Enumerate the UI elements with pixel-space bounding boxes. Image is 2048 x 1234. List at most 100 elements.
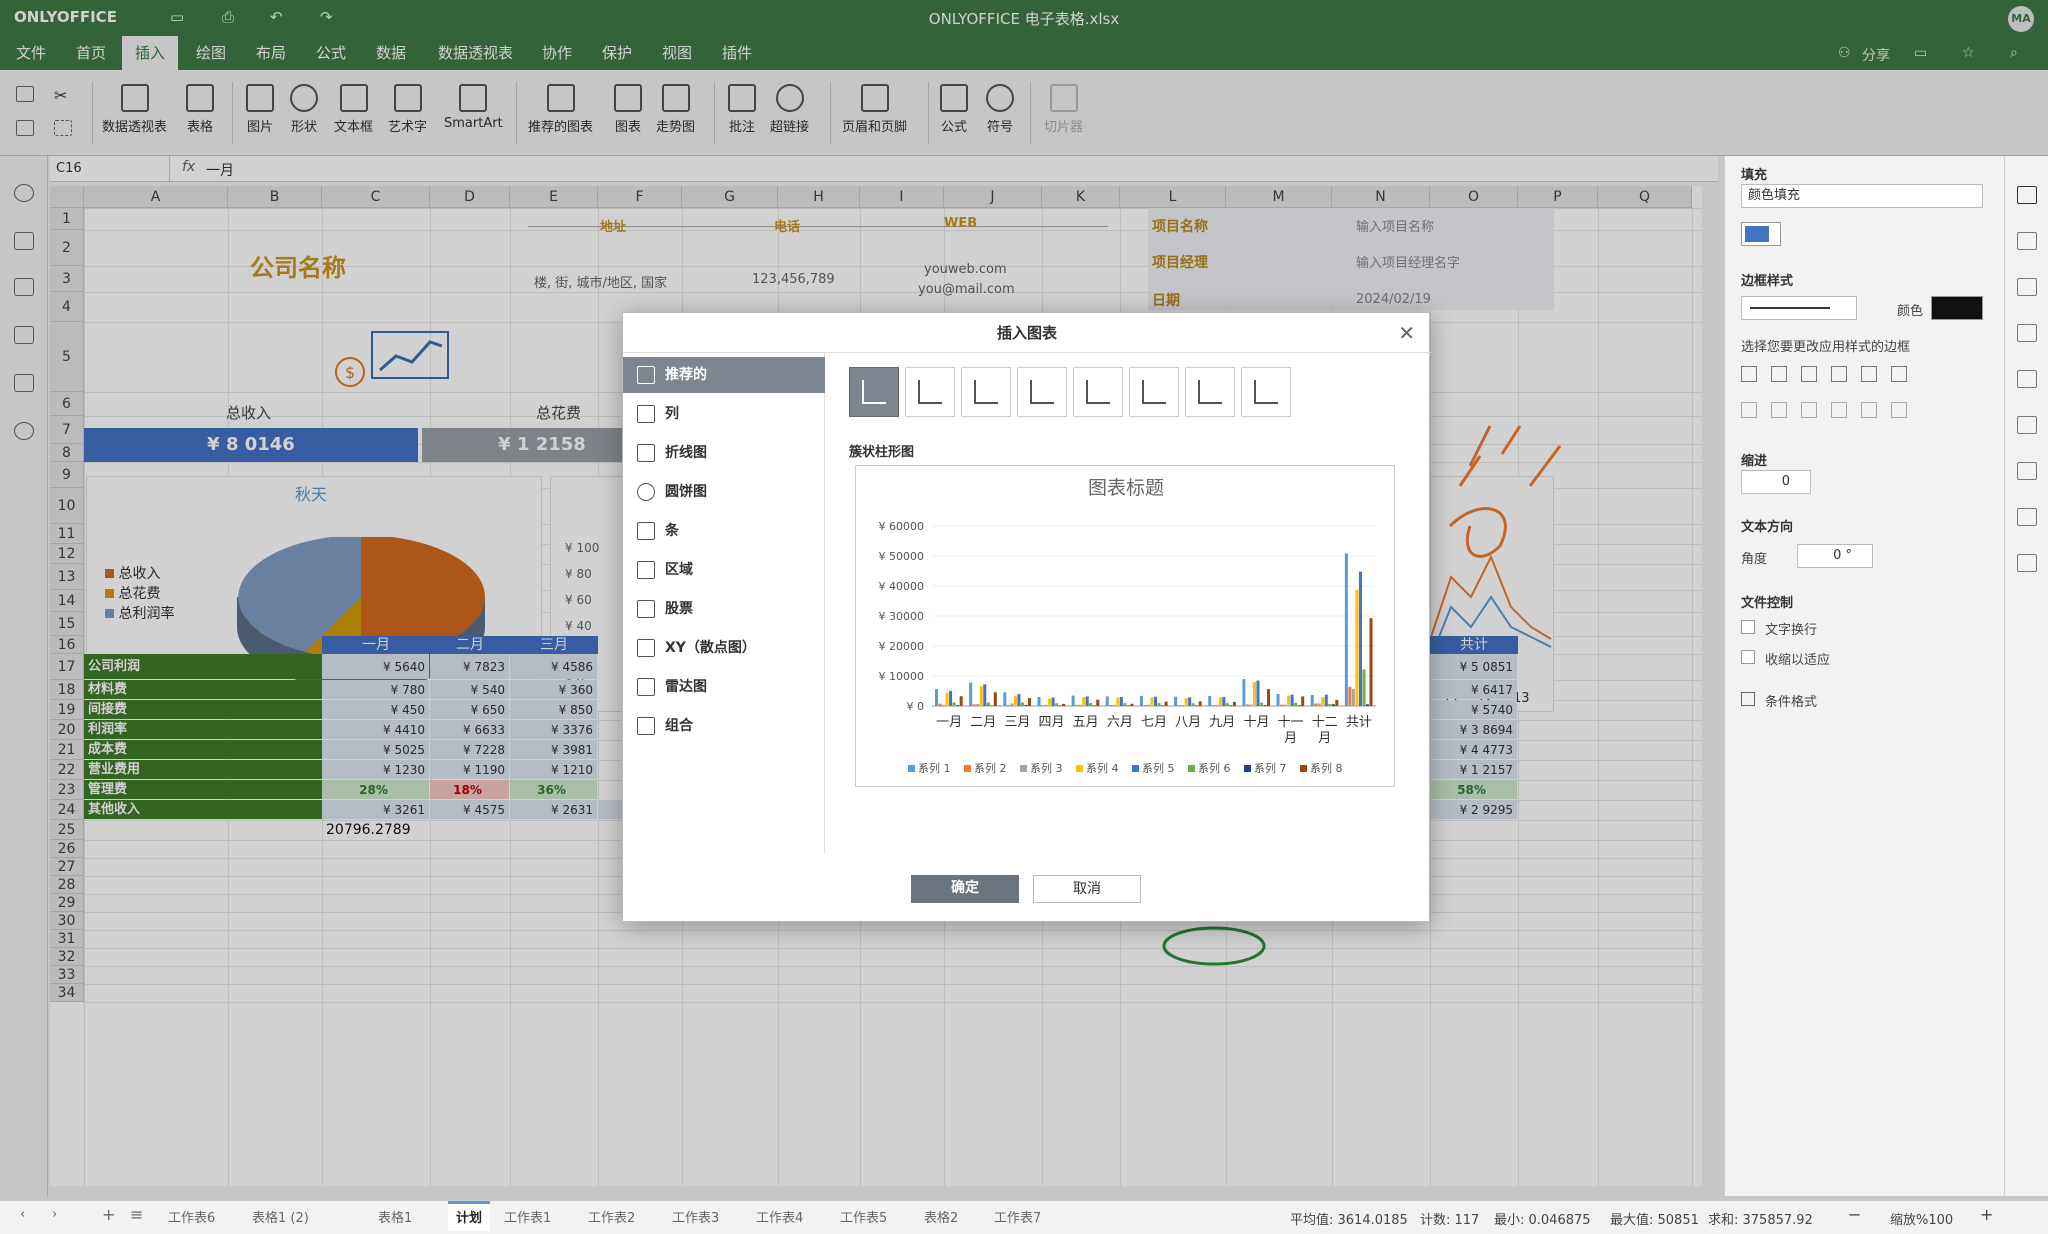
sheet-tab[interactable]: 工作表6 bbox=[168, 1207, 215, 1226]
close-icon[interactable]: ✕ bbox=[1398, 321, 1415, 345]
chart-settings-icon[interactable] bbox=[2017, 370, 2037, 388]
image-settings-icon[interactable] bbox=[2017, 324, 2037, 342]
y-tick-label: ¥ 60000 bbox=[879, 520, 925, 533]
border-style-icon[interactable] bbox=[1741, 366, 1757, 382]
pivot-settings-icon[interactable] bbox=[2017, 508, 2037, 526]
right-sidebar bbox=[2004, 156, 2048, 1196]
bar bbox=[1048, 698, 1052, 706]
sheet-tab[interactable]: 计划 bbox=[448, 1201, 491, 1231]
border-style-icon[interactable] bbox=[1891, 402, 1907, 418]
border-style-icon[interactable] bbox=[1861, 366, 1877, 382]
status-average: 平均值: 3614.0185 bbox=[1290, 1213, 1408, 1228]
chart-category-item[interactable]: 圆饼图 bbox=[623, 474, 825, 510]
chart-type-button[interactable] bbox=[1241, 367, 1291, 417]
chart-type-button[interactable] bbox=[1073, 367, 1123, 417]
fill-type-select[interactable]: 颜色填充 bbox=[1741, 184, 1983, 208]
sheet-list-icon[interactable]: ≡ bbox=[130, 1205, 143, 1224]
chart-type-button[interactable] bbox=[961, 367, 1011, 417]
scroll-last-icon[interactable]: › bbox=[52, 1207, 57, 1222]
status-sum: 求和: 375857.92 bbox=[1708, 1213, 1813, 1228]
chart-type-button[interactable] bbox=[1129, 367, 1179, 417]
bar bbox=[1195, 705, 1199, 706]
x-tick-label: 四月 bbox=[1039, 715, 1065, 730]
chart-type-button[interactable] bbox=[1185, 367, 1235, 417]
signature-settings-icon[interactable] bbox=[2017, 554, 2037, 572]
border-color-picker[interactable] bbox=[1931, 296, 1983, 320]
border-style-icon[interactable] bbox=[1801, 402, 1817, 418]
x-tick-label: 七月 bbox=[1141, 715, 1167, 730]
textart-settings-icon[interactable] bbox=[2017, 462, 2037, 480]
wrap-text-checkbox[interactable] bbox=[1741, 620, 1755, 634]
bar bbox=[1078, 704, 1082, 706]
bar bbox=[1188, 697, 1192, 706]
x-tick-label: 八月 bbox=[1175, 715, 1201, 730]
x-tick-label: 月 bbox=[1284, 731, 1297, 746]
zoom-out-icon[interactable]: − bbox=[1848, 1205, 1861, 1224]
bar bbox=[1130, 703, 1134, 706]
chart-category-item[interactable]: 雷达图 bbox=[623, 669, 825, 705]
cancel-button[interactable]: 取消 bbox=[1033, 875, 1141, 903]
border-style-icon[interactable] bbox=[1771, 366, 1787, 382]
zoom-level[interactable]: 缩放%100 bbox=[1890, 1209, 1953, 1228]
bar bbox=[938, 703, 942, 706]
sheet-tab[interactable]: 工作表7 bbox=[994, 1207, 1041, 1226]
scroll-first-icon[interactable]: ‹ bbox=[20, 1207, 25, 1222]
sheet-tab[interactable]: 工作表3 bbox=[672, 1207, 719, 1226]
chart-category-item[interactable]: 折线图 bbox=[623, 435, 825, 471]
chart-category-item[interactable]: 条 bbox=[623, 513, 825, 549]
chart-category-item[interactable]: 组合 bbox=[623, 708, 825, 744]
bar bbox=[1082, 697, 1086, 706]
chart-category-icon bbox=[637, 639, 655, 657]
border-style-icon[interactable] bbox=[1831, 402, 1847, 418]
border-style-icon[interactable] bbox=[1861, 402, 1877, 418]
bar bbox=[942, 704, 946, 706]
indent-input[interactable]: 0 bbox=[1741, 470, 1811, 494]
conditional-format-icon bbox=[1741, 692, 1755, 706]
border-style-icon[interactable] bbox=[1741, 402, 1757, 418]
cell-settings-icon[interactable] bbox=[2017, 186, 2037, 204]
fill-color-swatch bbox=[1745, 226, 1769, 242]
shape-settings-icon[interactable] bbox=[2017, 278, 2037, 296]
bar bbox=[1317, 703, 1321, 706]
sheet-tab[interactable]: 表格1 bbox=[378, 1207, 412, 1226]
bar bbox=[1215, 704, 1219, 706]
shrink-to-fit-checkbox[interactable] bbox=[1741, 650, 1755, 664]
border-style-icon[interactable] bbox=[1831, 366, 1847, 382]
angle-label: 角度 bbox=[1741, 552, 1768, 567]
sheet-tab[interactable]: 表格1 (2) bbox=[252, 1207, 309, 1226]
bar bbox=[1161, 705, 1165, 706]
chart-type-button[interactable] bbox=[849, 367, 899, 417]
bar bbox=[1154, 696, 1158, 706]
legend-swatch bbox=[1188, 765, 1195, 772]
border-style-select[interactable] bbox=[1741, 296, 1857, 320]
chart-category-item[interactable]: 股票 bbox=[623, 591, 825, 627]
chart-category-item[interactable]: XY（散点图） bbox=[623, 630, 825, 666]
sheet-tab[interactable]: 工作表4 bbox=[756, 1207, 803, 1226]
conditional-format-button[interactable]: 条件格式 bbox=[1765, 691, 1817, 710]
chart-type-button[interactable] bbox=[905, 367, 955, 417]
sheet-tab[interactable]: 工作表5 bbox=[840, 1207, 887, 1226]
border-style-icon[interactable] bbox=[1771, 402, 1787, 418]
sheet-tab[interactable]: 表格2 bbox=[924, 1207, 958, 1226]
chart-category-item[interactable]: 推荐的 bbox=[623, 357, 825, 393]
paragraph-settings-icon[interactable] bbox=[2017, 416, 2037, 434]
border-style-icon[interactable] bbox=[1801, 366, 1817, 382]
chart-type-icon bbox=[1254, 380, 1278, 404]
chart-category-item[interactable]: 区域 bbox=[623, 552, 825, 588]
zoom-in-icon[interactable]: + bbox=[1980, 1205, 1993, 1224]
bar bbox=[1328, 703, 1332, 706]
bar bbox=[1020, 702, 1024, 706]
bar bbox=[1116, 697, 1120, 706]
legend-swatch bbox=[1076, 765, 1083, 772]
table-settings-icon[interactable] bbox=[2017, 232, 2037, 250]
chart-type-button[interactable] bbox=[1017, 367, 1067, 417]
angle-input[interactable]: 0 ° bbox=[1797, 544, 1873, 568]
y-tick-label: ¥ 20000 bbox=[879, 640, 925, 653]
chart-category-item[interactable]: 列 bbox=[623, 396, 825, 432]
sheet-tab[interactable]: 工作表1 bbox=[504, 1207, 551, 1226]
fill-color-picker[interactable] bbox=[1741, 222, 1781, 246]
add-sheet-icon[interactable]: + bbox=[102, 1205, 115, 1224]
sheet-tab[interactable]: 工作表2 bbox=[588, 1207, 635, 1226]
ok-button[interactable]: 确定 bbox=[911, 875, 1019, 903]
border-style-icon[interactable] bbox=[1891, 366, 1907, 382]
